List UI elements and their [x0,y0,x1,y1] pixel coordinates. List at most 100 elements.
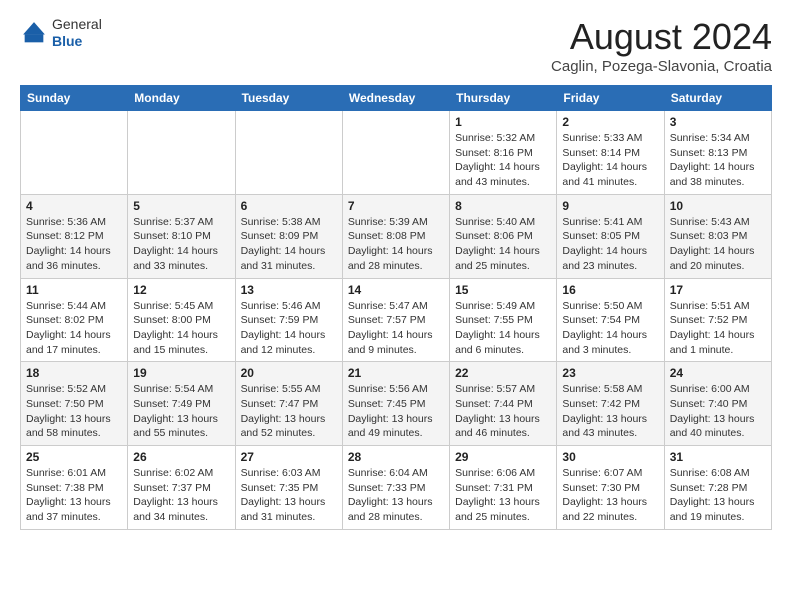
calendar-cell: 16 Sunrise: 5:50 AM Sunset: 7:54 PM Dayli… [557,278,664,362]
calendar-cell: 14 Sunrise: 5:47 AM Sunset: 7:57 PM Dayli… [342,278,449,362]
logo: General Blue [20,16,102,50]
day-number: 30 [562,450,658,464]
calendar-cell: 23 Sunrise: 5:58 AM Sunset: 7:42 PM Dayli… [557,362,664,446]
calendar-cell: 30 Sunrise: 6:07 AM Sunset: 7:30 PM Dayli… [557,446,664,530]
day-number: 6 [241,199,337,213]
day-info: Sunrise: 6:04 AM Sunset: 7:33 PM Dayligh… [348,466,444,525]
calendar-cell: 5 Sunrise: 5:37 AM Sunset: 8:10 PM Daylig… [128,194,235,278]
calendar-cell [128,111,235,195]
calendar-cell: 13Sunrise: 5:46 AM Sunset: 7:59 PM Dayli… [235,278,342,362]
calendar-cell: 6 Sunrise: 5:38 AM Sunset: 8:09 PM Daylig… [235,194,342,278]
calendar-cell: 15 Sunrise: 5:49 AM Sunset: 7:55 PM Dayli… [450,278,557,362]
calendar-cell: 11 Sunrise: 5:44 AM Sunset: 8:02 PM Dayli… [21,278,128,362]
calendar-week-row: 4 Sunrise: 5:36 AM Sunset: 8:12 PM Daylig… [21,194,772,278]
day-info: Sunrise: 5:37 AM Sunset: 8:10 PM Dayligh… [133,215,229,274]
day-info: Sunrise: 6:03 AM Sunset: 7:35 PM Dayligh… [241,466,337,525]
day-number: 15 [455,283,551,297]
calendar-cell: 29Sunrise: 6:06 AM Sunset: 7:31 PM Dayli… [450,446,557,530]
day-info: Sunrise: 5:46 AM Sunset: 7:59 PM Dayligh… [241,299,337,358]
day-info: Sunrise: 6:06 AM Sunset: 7:31 PM Dayligh… [455,466,551,525]
calendar-cell: 26Sunrise: 6:02 AM Sunset: 7:37 PM Dayli… [128,446,235,530]
day-number: 11 [26,283,122,297]
day-number: 31 [670,450,766,464]
calendar-week-row: 11 Sunrise: 5:44 AM Sunset: 8:02 PM Dayli… [21,278,772,362]
logo-icon [20,19,48,47]
day-info: Sunrise: 5:44 AM Sunset: 8:02 PM Dayligh… [26,299,122,358]
day-info: Sunrise: 5:58 AM Sunset: 7:42 PM Dayligh… [562,382,658,441]
calendar-cell [342,111,449,195]
day-of-week-header: Saturday [664,86,771,111]
calendar-cell: 20Sunrise: 5:55 AM Sunset: 7:47 PM Dayli… [235,362,342,446]
day-info: Sunrise: 5:57 AM Sunset: 7:44 PM Dayligh… [455,382,551,441]
day-info: Sunrise: 6:08 AM Sunset: 7:28 PM Dayligh… [670,466,766,525]
day-number: 25 [26,450,122,464]
day-info: Sunrise: 5:38 AM Sunset: 8:09 PM Dayligh… [241,215,337,274]
calendar-week-row: 1Sunrise: 5:32 AM Sunset: 8:16 PM Daylig… [21,111,772,195]
day-number: 4 [26,199,122,213]
day-number: 5 [133,199,229,213]
day-info: Sunrise: 5:47 AM Sunset: 7:57 PM Dayligh… [348,299,444,358]
page-subtitle: Caglin, Pozega-Slavonia, Croatia [551,58,772,75]
page-header: General Blue August 2024 Caglin, Pozega-… [20,16,772,75]
calendar-cell: 19Sunrise: 5:54 AM Sunset: 7:49 PM Dayli… [128,362,235,446]
calendar-cell: 3 Sunrise: 5:34 AM Sunset: 8:13 PM Daylig… [664,111,771,195]
day-number: 23 [562,366,658,380]
calendar-header-row: SundayMondayTuesdayWednesdayThursdayFrid… [21,86,772,111]
day-info: Sunrise: 5:55 AM Sunset: 7:47 PM Dayligh… [241,382,337,441]
logo-general-text: General [52,16,102,33]
day-number: 24 [670,366,766,380]
calendar-week-row: 25 Sunrise: 6:01 AM Sunset: 7:38 PM Dayli… [21,446,772,530]
day-number: 10 [670,199,766,213]
day-info: Sunrise: 5:50 AM Sunset: 7:54 PM Dayligh… [562,299,658,358]
day-of-week-header: Tuesday [235,86,342,111]
calendar-table: SundayMondayTuesdayWednesdayThursdayFrid… [20,85,772,530]
day-number: 1 [455,115,551,129]
calendar-cell: 25 Sunrise: 6:01 AM Sunset: 7:38 PM Dayli… [21,446,128,530]
day-info: Sunrise: 5:52 AM Sunset: 7:50 PM Dayligh… [26,382,122,441]
day-info: Sunrise: 5:56 AM Sunset: 7:45 PM Dayligh… [348,382,444,441]
day-info: Sunrise: 5:33 AM Sunset: 8:14 PM Dayligh… [562,131,658,190]
calendar-cell: 12Sunrise: 5:45 AM Sunset: 8:00 PM Dayli… [128,278,235,362]
calendar-cell: 9Sunrise: 5:41 AM Sunset: 8:05 PM Daylig… [557,194,664,278]
day-number: 28 [348,450,444,464]
day-number: 16 [562,283,658,297]
calendar-cell [235,111,342,195]
calendar-cell: 27 Sunrise: 6:03 AM Sunset: 7:35 PM Dayli… [235,446,342,530]
day-number: 2 [562,115,658,129]
day-number: 14 [348,283,444,297]
day-info: Sunrise: 5:51 AM Sunset: 7:52 PM Dayligh… [670,299,766,358]
day-number: 19 [133,366,229,380]
day-info: Sunrise: 5:36 AM Sunset: 8:12 PM Dayligh… [26,215,122,274]
logo-blue-text: Blue [52,33,102,50]
day-info: Sunrise: 6:01 AM Sunset: 7:38 PM Dayligh… [26,466,122,525]
day-of-week-header: Friday [557,86,664,111]
day-info: Sunrise: 6:02 AM Sunset: 7:37 PM Dayligh… [133,466,229,525]
calendar-cell: 10Sunrise: 5:43 AM Sunset: 8:03 PM Dayli… [664,194,771,278]
calendar-cell [21,111,128,195]
calendar-cell: 24 Sunrise: 6:00 AM Sunset: 7:40 PM Dayli… [664,362,771,446]
page-title: August 2024 [551,16,772,58]
day-number: 7 [348,199,444,213]
day-number: 9 [562,199,658,213]
day-number: 27 [241,450,337,464]
day-info: Sunrise: 6:07 AM Sunset: 7:30 PM Dayligh… [562,466,658,525]
day-info: Sunrise: 5:49 AM Sunset: 7:55 PM Dayligh… [455,299,551,358]
day-info: Sunrise: 6:00 AM Sunset: 7:40 PM Dayligh… [670,382,766,441]
calendar-cell: 18 Sunrise: 5:52 AM Sunset: 7:50 PM Dayli… [21,362,128,446]
day-info: Sunrise: 5:40 AM Sunset: 8:06 PM Dayligh… [455,215,551,274]
day-info: Sunrise: 5:45 AM Sunset: 8:00 PM Dayligh… [133,299,229,358]
day-info: Sunrise: 5:34 AM Sunset: 8:13 PM Dayligh… [670,131,766,190]
calendar-cell: 28 Sunrise: 6:04 AM Sunset: 7:33 PM Dayli… [342,446,449,530]
day-info: Sunrise: 5:39 AM Sunset: 8:08 PM Dayligh… [348,215,444,274]
calendar-week-row: 18 Sunrise: 5:52 AM Sunset: 7:50 PM Dayli… [21,362,772,446]
day-number: 3 [670,115,766,129]
calendar-cell: 1Sunrise: 5:32 AM Sunset: 8:16 PM Daylig… [450,111,557,195]
day-number: 18 [26,366,122,380]
day-of-week-header: Wednesday [342,86,449,111]
calendar-cell: 22Sunrise: 5:57 AM Sunset: 7:44 PM Dayli… [450,362,557,446]
day-of-week-header: Monday [128,86,235,111]
day-number: 17 [670,283,766,297]
day-number: 8 [455,199,551,213]
day-number: 21 [348,366,444,380]
calendar-cell: 17 Sunrise: 5:51 AM Sunset: 7:52 PM Dayli… [664,278,771,362]
